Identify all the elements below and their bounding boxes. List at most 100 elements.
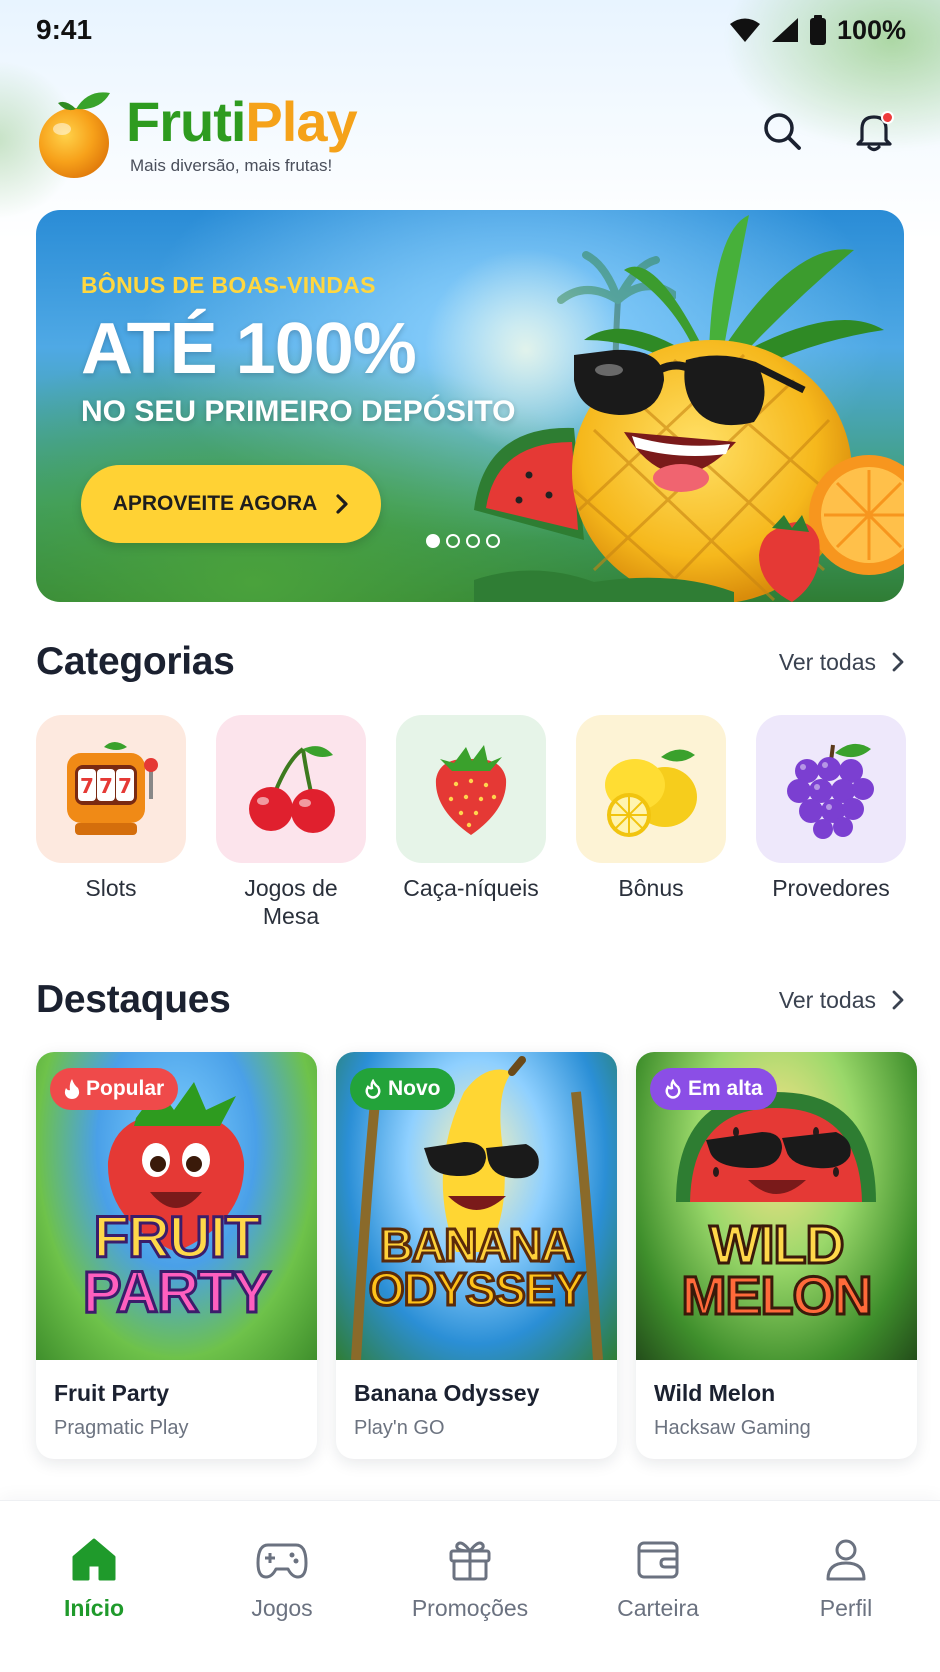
- badge-label: Popular: [86, 1077, 165, 1100]
- see-all-label: Ver todas: [778, 648, 876, 675]
- game-logo: BANANA ODYSSEY: [336, 1219, 617, 1313]
- category-tile: [396, 715, 546, 863]
- nav-label: Perfil: [819, 1595, 873, 1621]
- category-slots[interactable]: 7 7 7 Slots: [36, 715, 186, 930]
- featured-see-all-link[interactable]: Ver todas: [779, 987, 904, 1014]
- brand-tagline: Mais diversão, mais frutas!: [130, 156, 333, 175]
- bottom-navigation: Início Jogos Promoções Carteira Perfil: [0, 1500, 940, 1672]
- category-label: Slots: [85, 875, 137, 901]
- nav-item-games[interactable]: Jogos: [197, 1537, 367, 1622]
- category-label: Provedores: [772, 875, 890, 901]
- cherries-icon: [249, 746, 335, 833]
- game-logo-line1: WILD: [708, 1215, 846, 1275]
- orange-logo-icon: [39, 92, 110, 178]
- strawberry-icon: [435, 745, 507, 835]
- game-title: Banana Odyssey: [354, 1380, 540, 1406]
- home-icon: [72, 1538, 116, 1581]
- game-info: Fruit Party Pragmatic Play: [36, 1360, 317, 1440]
- notifications-button[interactable]: [850, 107, 898, 155]
- brand[interactable]: FrutiPlay Mais diversão, mais frutas!: [36, 85, 358, 181]
- game-card-banana-odyssey[interactable]: Novo BANANA ODYSSEY Banana Odyssey Play'…: [336, 1052, 617, 1459]
- banner-title: ATÉ 100%: [81, 309, 417, 389]
- app-header: FrutiPlay Mais diversão, mais frutas!: [36, 78, 904, 188]
- game-info: Banana Odyssey Play'n GO: [336, 1360, 617, 1440]
- svg-text:7: 7: [118, 774, 132, 798]
- status-icons: 100%: [729, 15, 906, 46]
- category-tile: [216, 715, 366, 863]
- svg-text:7: 7: [99, 774, 113, 798]
- game-logo: FRUIT PARTY: [36, 1205, 317, 1326]
- badge-label: Novo: [388, 1077, 441, 1100]
- claim-bonus-label: APROVEITE AGORA: [112, 492, 318, 515]
- categories-see-all-link[interactable]: Ver todas: [779, 649, 904, 676]
- promo-banner[interactable]: BÔNUS DE BOAS-VINDAS ATÉ 100% NO SEU PRI…: [36, 210, 904, 602]
- search-icon: [764, 113, 801, 150]
- category-tile: 7 7 7: [36, 715, 186, 863]
- badge-trending: Em alta: [650, 1068, 777, 1110]
- carousel-dot[interactable]: [486, 534, 500, 548]
- nav-item-promotions[interactable]: Promoções: [385, 1537, 555, 1622]
- category-providers[interactable]: Provedores: [756, 715, 906, 930]
- nav-item-home[interactable]: Início: [9, 1537, 179, 1622]
- category-table-games[interactable]: Jogos de Mesa: [216, 715, 366, 930]
- battery-icon: [809, 15, 826, 45]
- svg-text:7: 7: [80, 774, 94, 798]
- game-title: Fruit Party: [54, 1380, 170, 1406]
- chevron-right-icon: [892, 652, 904, 672]
- see-all-label: Ver todas: [778, 986, 876, 1013]
- badge-popular: Popular: [50, 1068, 179, 1110]
- featured-header: Destaques Ver todas: [36, 978, 904, 1022]
- category-slot-machines[interactable]: Caça-níqueis: [396, 715, 546, 930]
- category-bonus[interactable]: Bônus: [576, 715, 726, 930]
- wifi-icon: [729, 18, 760, 42]
- game-provider: Play'n GO: [354, 1417, 445, 1439]
- category-tile: [756, 715, 906, 863]
- nav-label: Carteira: [617, 1595, 699, 1621]
- game-info: Wild Melon Hacksaw Gaming: [636, 1360, 917, 1440]
- brand-name-part2: Play: [245, 90, 357, 153]
- brand-text: FrutiPlay Mais diversão, mais frutas!: [126, 94, 358, 176]
- game-provider: Hacksaw Gaming: [654, 1417, 811, 1439]
- badge-new: Novo: [350, 1068, 455, 1110]
- carousel-dot[interactable]: [446, 534, 460, 548]
- featured-title: Destaques: [36, 978, 231, 1021]
- nav-item-profile[interactable]: Perfil: [761, 1537, 931, 1622]
- nav-label: Jogos: [251, 1595, 313, 1621]
- carousel-dot[interactable]: [466, 534, 480, 548]
- search-button[interactable]: [758, 107, 806, 155]
- pineapple-mascot-illustration: [474, 215, 904, 602]
- status-time: 9:41: [36, 14, 93, 45]
- banner-subtitle: NO SEU PRIMEIRO DEPÓSITO: [81, 395, 516, 428]
- badge-label: Em alta: [688, 1077, 763, 1100]
- grapes-icon: [787, 743, 874, 839]
- nav-label: Promoções: [411, 1595, 529, 1621]
- game-logo-line2: MELON: [680, 1266, 874, 1327]
- flame-icon: [64, 1079, 80, 1099]
- nav-label: Início: [63, 1595, 125, 1621]
- categories-list: 7 7 7 Slots Jogos de Mesa Caça-níqueis B…: [36, 715, 906, 930]
- cellular-icon: [771, 18, 798, 42]
- game-logo-line1: BANANA: [378, 1219, 575, 1271]
- categories-title: Categorias: [36, 640, 235, 683]
- game-card-fruit-party[interactable]: Popular FRUIT PARTY Fruit Party Pragmati…: [36, 1052, 317, 1459]
- game-logo-line1: FRUIT: [92, 1205, 262, 1270]
- categories-header: Categorias Ver todas: [36, 640, 904, 684]
- featured-games-list: Popular FRUIT PARTY Fruit Party Pragmati…: [36, 1052, 940, 1459]
- game-card-wild-melon[interactable]: Em alta WILD MELON Wild Melon Hacksaw Ga…: [636, 1052, 917, 1459]
- claim-bonus-button[interactable]: APROVEITE AGORA: [81, 465, 381, 543]
- app-screen: 9:41 100% FrutiPlay Mais diversão, mais …: [0, 0, 940, 1672]
- chevron-right-icon: [336, 494, 348, 514]
- banner-eyebrow: BÔNUS DE BOAS-VINDAS: [81, 272, 376, 298]
- category-label: Bônus: [618, 875, 684, 901]
- notification-dot: [881, 111, 894, 124]
- battery-percent: 100%: [836, 14, 906, 45]
- status-bar: 9:41 100%: [0, 0, 940, 60]
- game-provider: Pragmatic Play: [54, 1417, 189, 1439]
- carousel-dot[interactable]: [426, 534, 440, 548]
- nav-item-wallet[interactable]: Carteira: [573, 1537, 743, 1622]
- game-logo-line2: PARTY: [81, 1260, 272, 1326]
- category-tile: [576, 715, 726, 863]
- brand-name: FrutiPlay: [126, 94, 358, 150]
- flame-icon: [665, 1079, 681, 1099]
- banner-text: BÔNUS DE BOAS-VINDAS ATÉ 100% NO SEU PRI…: [81, 272, 516, 429]
